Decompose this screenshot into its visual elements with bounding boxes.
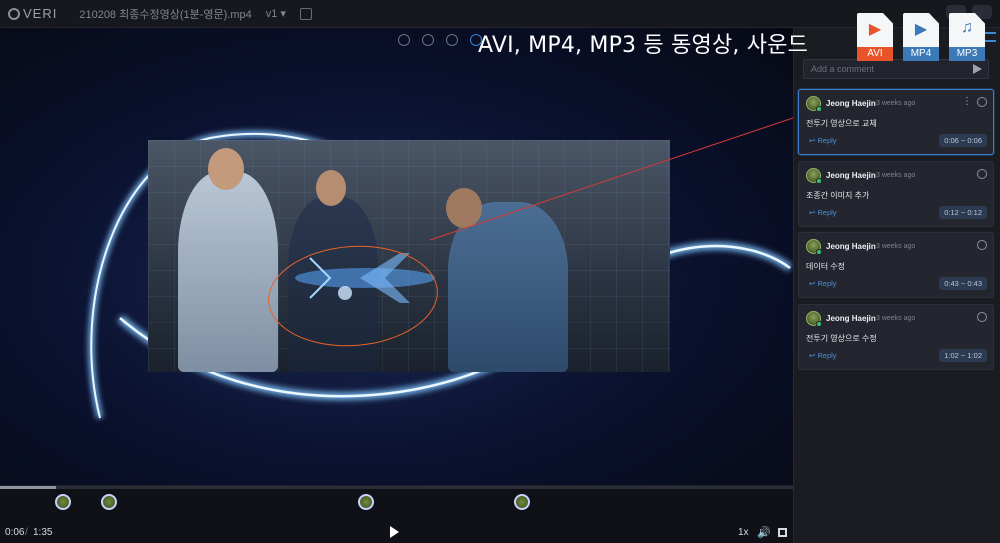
resolve-check-icon[interactable] [977, 312, 987, 322]
video-toolbar [398, 34, 482, 46]
comment-text: 전투기 영상으로 교체 [806, 119, 877, 128]
time-range-badge[interactable]: 0:06 ~ 0:06 [939, 134, 987, 147]
mp4-label: MP4 [903, 47, 939, 61]
time-range-badge[interactable]: 0:43 ~ 0:43 [939, 277, 987, 290]
reply-link[interactable]: ↩ Reply [809, 279, 837, 288]
hide-icon[interactable] [398, 34, 410, 46]
avatar [806, 168, 822, 184]
reply-label: Reply [817, 136, 837, 145]
logo-text: VERI [23, 6, 58, 21]
top-bar: VERI 210208 최종수정영상(1분-영문).mp4 v1 ▾ [0, 0, 1000, 28]
video-canvas[interactable] [0, 28, 793, 485]
palette-icon[interactable] [422, 34, 434, 46]
time-range-badge[interactable]: 1:02 ~ 1:02 [939, 349, 987, 362]
mp4-file-icon: ▶ MP4 [903, 13, 939, 61]
progress-track[interactable] [0, 486, 793, 489]
online-status-icon [816, 321, 822, 327]
online-status-icon [816, 106, 822, 112]
comment-card[interactable]: Jeong Haejin 3 weeks ago 전투기 영상으로 수정 ↩ R… [798, 304, 994, 370]
reply-label: Reply [817, 208, 837, 217]
music-note-icon: ♫ [961, 19, 973, 36]
play-button[interactable] [390, 526, 399, 538]
sidebar-toggle-icon[interactable] [299, 7, 312, 20]
more-options-icon[interactable]: ⋮ [962, 96, 972, 107]
version-label: v1 [265, 7, 278, 20]
speed-button[interactable]: 1x [738, 527, 749, 538]
format-icons: ▶ AVI ▶ MP4 ♫ MP3 [857, 13, 985, 61]
comment-text: 데이터 수정 [806, 262, 846, 271]
comment-author: Jeong Haejin [826, 314, 876, 323]
avi-label: AVI [857, 47, 893, 61]
comment-placeholder: Add a comment [811, 64, 875, 74]
resolve-check-icon[interactable] [977, 97, 987, 107]
version-dropdown[interactable]: v1 ▾ [265, 7, 286, 21]
chevron-down-icon: ▾ [280, 8, 286, 20]
comment-card[interactable]: Jeong Haejin 3 weeks ago 데이터 수정 ↩ Reply … [798, 232, 994, 298]
annotation-connector-line [429, 117, 793, 241]
mp3-file-icon: ♫ MP3 [949, 13, 985, 61]
logo-ring-icon [8, 7, 20, 20]
time-range-badge[interactable]: 0:12 ~ 0:12 [939, 206, 987, 219]
comment-author: Jeong Haejin [826, 99, 876, 108]
reply-link[interactable]: ↩ Reply [809, 136, 837, 145]
comment-marker[interactable] [513, 494, 530, 510]
comment-marker[interactable] [100, 494, 117, 510]
comment-time: 3 weeks ago [876, 100, 916, 107]
reply-link[interactable]: ↩ Reply [809, 208, 837, 217]
current-time: 0:06 [5, 526, 25, 538]
duration: 1:35 [33, 526, 53, 538]
send-icon[interactable] [973, 64, 982, 74]
comment-marker[interactable] [55, 494, 72, 510]
avatar [806, 239, 822, 255]
comment-text: 전투기 영상으로 수정 [806, 334, 877, 343]
file-name: 210208 최종수정영상(1분-영문).mp4 [79, 8, 252, 21]
comment-author: Jeong Haejin [826, 171, 876, 180]
resolve-check-icon[interactable] [977, 240, 987, 250]
play-glyph-icon: ▶ [868, 21, 882, 38]
avatar [806, 96, 822, 112]
time-separator: / [25, 526, 28, 538]
comment-input[interactable]: Add a comment [803, 59, 989, 79]
progress-fill [0, 486, 56, 489]
comment-time: 3 weeks ago [876, 172, 916, 179]
play-circle-icon: ▶ [914, 21, 928, 38]
warning-icon[interactable] [446, 34, 458, 46]
online-status-icon [816, 249, 822, 255]
volume-icon[interactable]: 🔊 [757, 526, 771, 539]
comments-sidebar: Add a comment Jeong Haejin 3 weeks ago ⋮… [793, 28, 1000, 543]
comment-author: Jeong Haejin [826, 242, 876, 251]
online-status-icon [816, 178, 822, 184]
avatar [806, 311, 822, 327]
mp3-label: MP3 [949, 47, 985, 61]
comment-marker[interactable] [357, 494, 374, 510]
reply-link[interactable]: ↩ Reply [809, 351, 837, 360]
reply-label: Reply [817, 351, 837, 360]
reply-label: Reply [817, 279, 837, 288]
comment-card[interactable]: Jeong Haejin 3 weeks ago ⋮ 전투기 영상으로 교체 ↩… [798, 89, 994, 155]
comment-card[interactable]: Jeong Haejin 3 weeks ago 조종간 이미지 추가 ↩ Re… [798, 161, 994, 227]
comment-time: 3 weeks ago [876, 315, 916, 322]
avi-file-icon: ▶ AVI [857, 13, 893, 61]
formats-banner: AVI, MP4, MP3 등 동영상, 사운드 [478, 33, 809, 58]
comment-text: 조종간 이미지 추가 [806, 191, 870, 200]
player-controls: 0:06 / 1:35 1x 🔊 [0, 485, 793, 543]
comment-time: 3 weeks ago [876, 243, 916, 250]
control-row: 0:06 / 1:35 1x 🔊 [0, 524, 793, 540]
fullscreen-icon[interactable] [778, 527, 787, 537]
app-logo[interactable]: VERI [8, 6, 57, 21]
resolve-check-icon[interactable] [977, 169, 987, 179]
list-view-icon[interactable] [984, 32, 996, 42]
